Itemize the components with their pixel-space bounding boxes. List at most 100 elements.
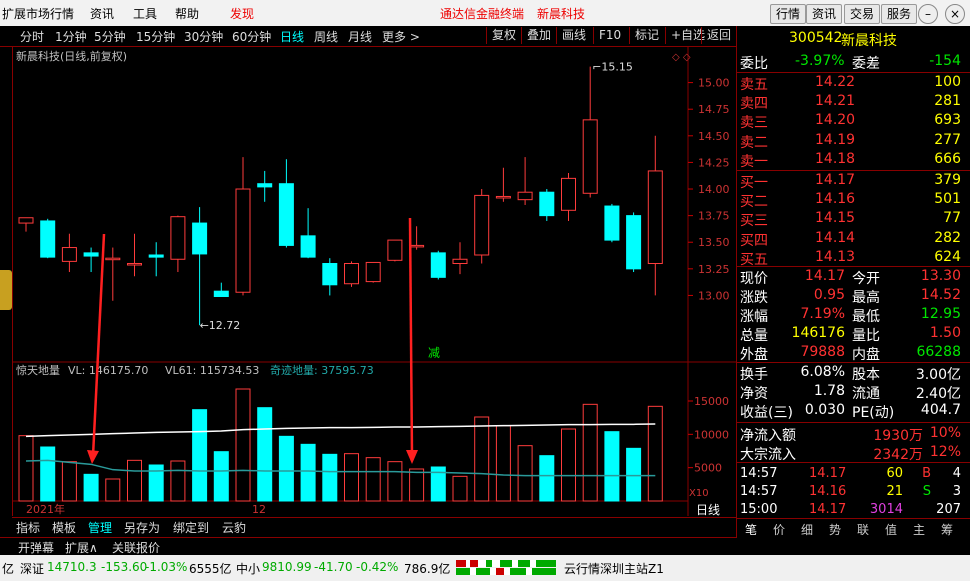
- stat-label: 总量: [740, 328, 768, 344]
- menu-extended-market[interactable]: 扩展市场行情: [2, 5, 74, 22]
- period-more[interactable]: 更多 >: [382, 28, 420, 45]
- btn-info[interactable]: 资讯: [806, 4, 842, 24]
- quote-tab[interactable]: 细: [801, 521, 813, 538]
- tick-count: 207: [936, 502, 961, 517]
- bottom-toolbar-item[interactable]: 扩展∧: [65, 539, 98, 556]
- qiji-line: [25, 459, 656, 477]
- period-tab[interactable]: 15分钟: [136, 28, 175, 45]
- action-f10[interactable]: F10: [593, 27, 626, 44]
- window-stock-name: 新晨科技: [537, 7, 586, 21]
- indicator-tab[interactable]: 模板: [52, 519, 76, 536]
- ask-volume: 277: [934, 131, 961, 148]
- close-icon[interactable]: ×: [945, 4, 965, 24]
- period-tab[interactable]: 分时: [20, 28, 44, 45]
- candle-body: [517, 191, 533, 201]
- stat-label: 量比: [852, 328, 880, 344]
- bid-label: 买三: [740, 213, 768, 230]
- quote-tab[interactable]: 价: [773, 521, 785, 538]
- period-tab[interactable]: 周线: [314, 28, 338, 45]
- volume-bar: [127, 459, 142, 502]
- tick-volume: 21: [886, 484, 903, 499]
- vol-indicator-name[interactable]: 惊天地量: [16, 363, 60, 377]
- quote-tab[interactable]: 主: [913, 521, 925, 538]
- server-name[interactable]: 云行情深圳主站Z1: [564, 560, 664, 577]
- quote-tab[interactable]: 筹: [941, 521, 953, 538]
- tick-price: 14.16: [809, 484, 847, 499]
- tick-side: S: [922, 484, 931, 499]
- action-mark[interactable]: 标记: [629, 27, 664, 44]
- zx-label[interactable]: 中小: [236, 560, 260, 577]
- flow-percent: 10%: [929, 425, 961, 441]
- ask-label: 卖五: [740, 77, 768, 93]
- bottom-toolbar-item[interactable]: 关联报价: [112, 539, 160, 556]
- ask-label: 卖二: [740, 134, 768, 151]
- bid-price: 14.17: [815, 172, 856, 188]
- zx-amount: 786.9亿: [404, 562, 451, 576]
- indicator-tab[interactable]: 指标: [16, 519, 40, 536]
- quote-tab[interactable]: 势: [829, 521, 841, 538]
- action-draw[interactable]: 画线: [556, 27, 591, 44]
- stat-row: 收益(三) 0.030 PE(动) 404.7: [737, 402, 963, 421]
- period-label: 日线: [696, 503, 720, 516]
- y-tick-label: 13.50: [698, 236, 730, 249]
- tick-time: 15:00: [740, 502, 778, 517]
- sz-label[interactable]: 深证: [20, 560, 44, 577]
- stat-value: 0.030: [804, 402, 845, 418]
- quote-tab[interactable]: 联: [857, 521, 869, 538]
- candle-body: [235, 188, 251, 293]
- chart-diamond-icon[interactable]: ◇ ◇: [672, 52, 691, 63]
- period-tab-active[interactable]: 日线: [280, 28, 304, 45]
- menu-help[interactable]: 帮助: [175, 5, 199, 22]
- ask-label: 卖三: [740, 115, 768, 132]
- y-tick-label: 13.25: [698, 263, 730, 276]
- y-tick-label: 14.00: [698, 183, 730, 196]
- ask-price: 14.19: [815, 131, 856, 148]
- btn-service[interactable]: 服务: [881, 4, 917, 24]
- indicator-tab[interactable]: 管理: [88, 519, 112, 536]
- quote-tab[interactable]: 值: [885, 521, 897, 538]
- bid-price: 14.16: [815, 191, 856, 208]
- tick-volume: 60: [886, 466, 903, 481]
- action-back[interactable]: 返回: [701, 27, 736, 44]
- stat-value: 1.50: [929, 325, 961, 341]
- quote-tab[interactable]: 笔: [745, 521, 757, 538]
- action-fuquan[interactable]: 复权: [486, 27, 521, 44]
- period-tab[interactable]: 5分钟: [94, 28, 126, 45]
- period-tab[interactable]: 60分钟: [232, 28, 271, 45]
- bottom-toolbar-item[interactable]: 开弹幕: [18, 539, 54, 556]
- period-tab[interactable]: 1分钟: [55, 28, 87, 45]
- bid-row: 买五 14.13 624: [737, 249, 963, 268]
- indicator-tab[interactable]: 另存为: [124, 519, 160, 536]
- vol-tick-label: 5000: [694, 462, 722, 475]
- indicator-tab[interactable]: 绑定到: [173, 519, 209, 536]
- candle-body: [148, 254, 164, 258]
- vol-qiji-label: 奇迹地量: 37595.73: [270, 364, 374, 377]
- tick-row: 14:57 14.17 60 B 4: [737, 466, 963, 485]
- action-overlay[interactable]: 叠加: [521, 27, 556, 44]
- volume-bar: [344, 453, 359, 502]
- indicator-tab[interactable]: 云豹: [222, 519, 246, 536]
- stat-label: 内盘: [852, 347, 880, 363]
- bid-volume: 501: [934, 191, 961, 208]
- menu-news[interactable]: 资讯: [90, 5, 114, 22]
- volume-bar: [170, 460, 186, 502]
- period-tab[interactable]: 30分钟: [184, 28, 223, 45]
- minimize-icon[interactable]: –: [918, 4, 938, 24]
- candle-body: [626, 215, 642, 270]
- menu-discover[interactable]: 发现: [230, 5, 254, 22]
- quote-panel: 300542 新晨科技 委比 -3.97% 委差 -154 卖五 14.22 100 卖四 14…: [736, 26, 970, 538]
- low-price-label: ←12.72: [200, 319, 241, 332]
- btn-trade[interactable]: 交易: [844, 4, 880, 24]
- sz-percent: -1.03%: [145, 560, 188, 574]
- ask-row: 卖一 14.18 666: [737, 151, 963, 170]
- app-title: 通达信金融终端: [440, 7, 525, 21]
- zx-change: -41.70: [314, 560, 353, 574]
- period-tab[interactable]: 月线: [348, 28, 372, 45]
- flow-percent: 12%: [929, 444, 961, 460]
- stat-value: 14.17: [804, 268, 845, 284]
- kline-chart[interactable]: 新晨科技(日线,前复权) ◇ ◇ 15.00 14.75 14.50 14.25 14.…: [12, 46, 736, 516]
- menu-tools[interactable]: 工具: [133, 5, 157, 22]
- tick-price: 14.17: [809, 502, 847, 517]
- arrow-head-2: [406, 450, 418, 464]
- btn-quotes[interactable]: 行情: [770, 4, 806, 24]
